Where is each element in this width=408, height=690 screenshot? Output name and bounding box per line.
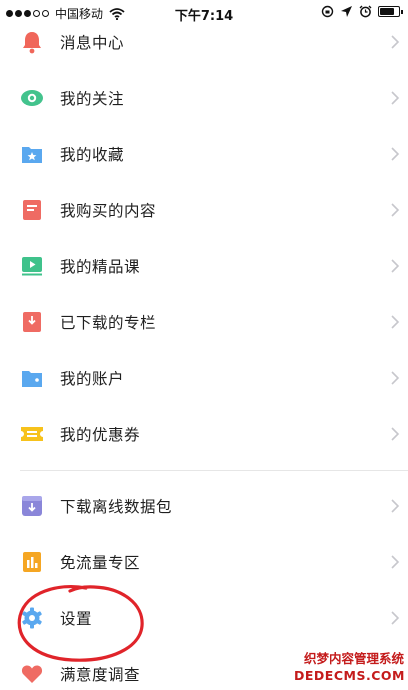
chevron-right-icon: [391, 611, 400, 625]
receipt-icon: [20, 198, 44, 222]
menu-item-label: 免流量专区: [60, 554, 141, 572]
data-chart-icon: [20, 550, 44, 574]
star-folder-icon: [20, 142, 44, 166]
download-bookmark-icon: [20, 310, 44, 334]
menu-item-label: 消息中心: [60, 34, 125, 52]
chevron-right-icon: [391, 315, 400, 329]
wallet-icon: [20, 366, 44, 390]
menu-item-label: 我的账户: [60, 370, 125, 388]
menu-item-label: 我的收藏: [60, 146, 125, 164]
chevron-right-icon: [391, 35, 400, 49]
menu-item-message-center[interactable]: 消息中心: [0, 14, 408, 70]
watermark-text-cn: 织梦内容管理系统: [303, 651, 404, 666]
chevron-right-icon: [391, 555, 400, 569]
chevron-right-icon: [391, 259, 400, 273]
menu-item-offline-package[interactable]: 下载离线数据包: [0, 478, 408, 534]
menu-item-coupons[interactable]: 我的优惠券: [0, 406, 408, 462]
watermark-text-en: DEDECMS.COM: [294, 668, 405, 683]
section-divider: [20, 470, 408, 471]
eye-icon: [20, 86, 44, 110]
menu-item-label: 我购买的内容: [60, 202, 157, 220]
menu-item-favorites[interactable]: 我的收藏: [0, 126, 408, 182]
coupon-icon: [20, 422, 44, 446]
menu-item-label: 设置: [60, 610, 93, 628]
chevron-right-icon: [391, 499, 400, 513]
video-icon: [20, 254, 44, 278]
menu-item-label: 已下载的专栏: [60, 314, 157, 332]
heart-icon: [20, 662, 44, 686]
gear-icon: [20, 606, 44, 630]
chevron-right-icon: [391, 91, 400, 105]
menu-item-label: 我的精品课: [60, 258, 141, 276]
menu-item-label: 满意度调查: [60, 666, 141, 684]
chevron-right-icon: [391, 147, 400, 161]
menu-item-premium-courses[interactable]: 我的精品课: [0, 238, 408, 294]
menu-item-label: 我的关注: [60, 90, 125, 108]
menu-item-purchased[interactable]: 我购买的内容: [0, 182, 408, 238]
menu-item-following[interactable]: 我的关注: [0, 70, 408, 126]
watermark: 织梦内容管理系统 DEDECMS.COM: [294, 650, 406, 688]
menu-item-label: 下载离线数据包: [60, 498, 173, 516]
chevron-right-icon: [391, 427, 400, 441]
menu-item-label: 我的优惠券: [60, 426, 141, 444]
menu-item-free-data-zone[interactable]: 免流量专区: [0, 534, 408, 590]
menu-item-downloaded-columns[interactable]: 已下载的专栏: [0, 294, 408, 350]
chevron-right-icon: [391, 203, 400, 217]
menu-item-account[interactable]: 我的账户: [0, 350, 408, 406]
bell-icon: [20, 30, 44, 54]
download-box-icon: [20, 494, 44, 518]
menu-item-settings[interactable]: 设置: [0, 590, 408, 646]
chevron-right-icon: [391, 371, 400, 385]
